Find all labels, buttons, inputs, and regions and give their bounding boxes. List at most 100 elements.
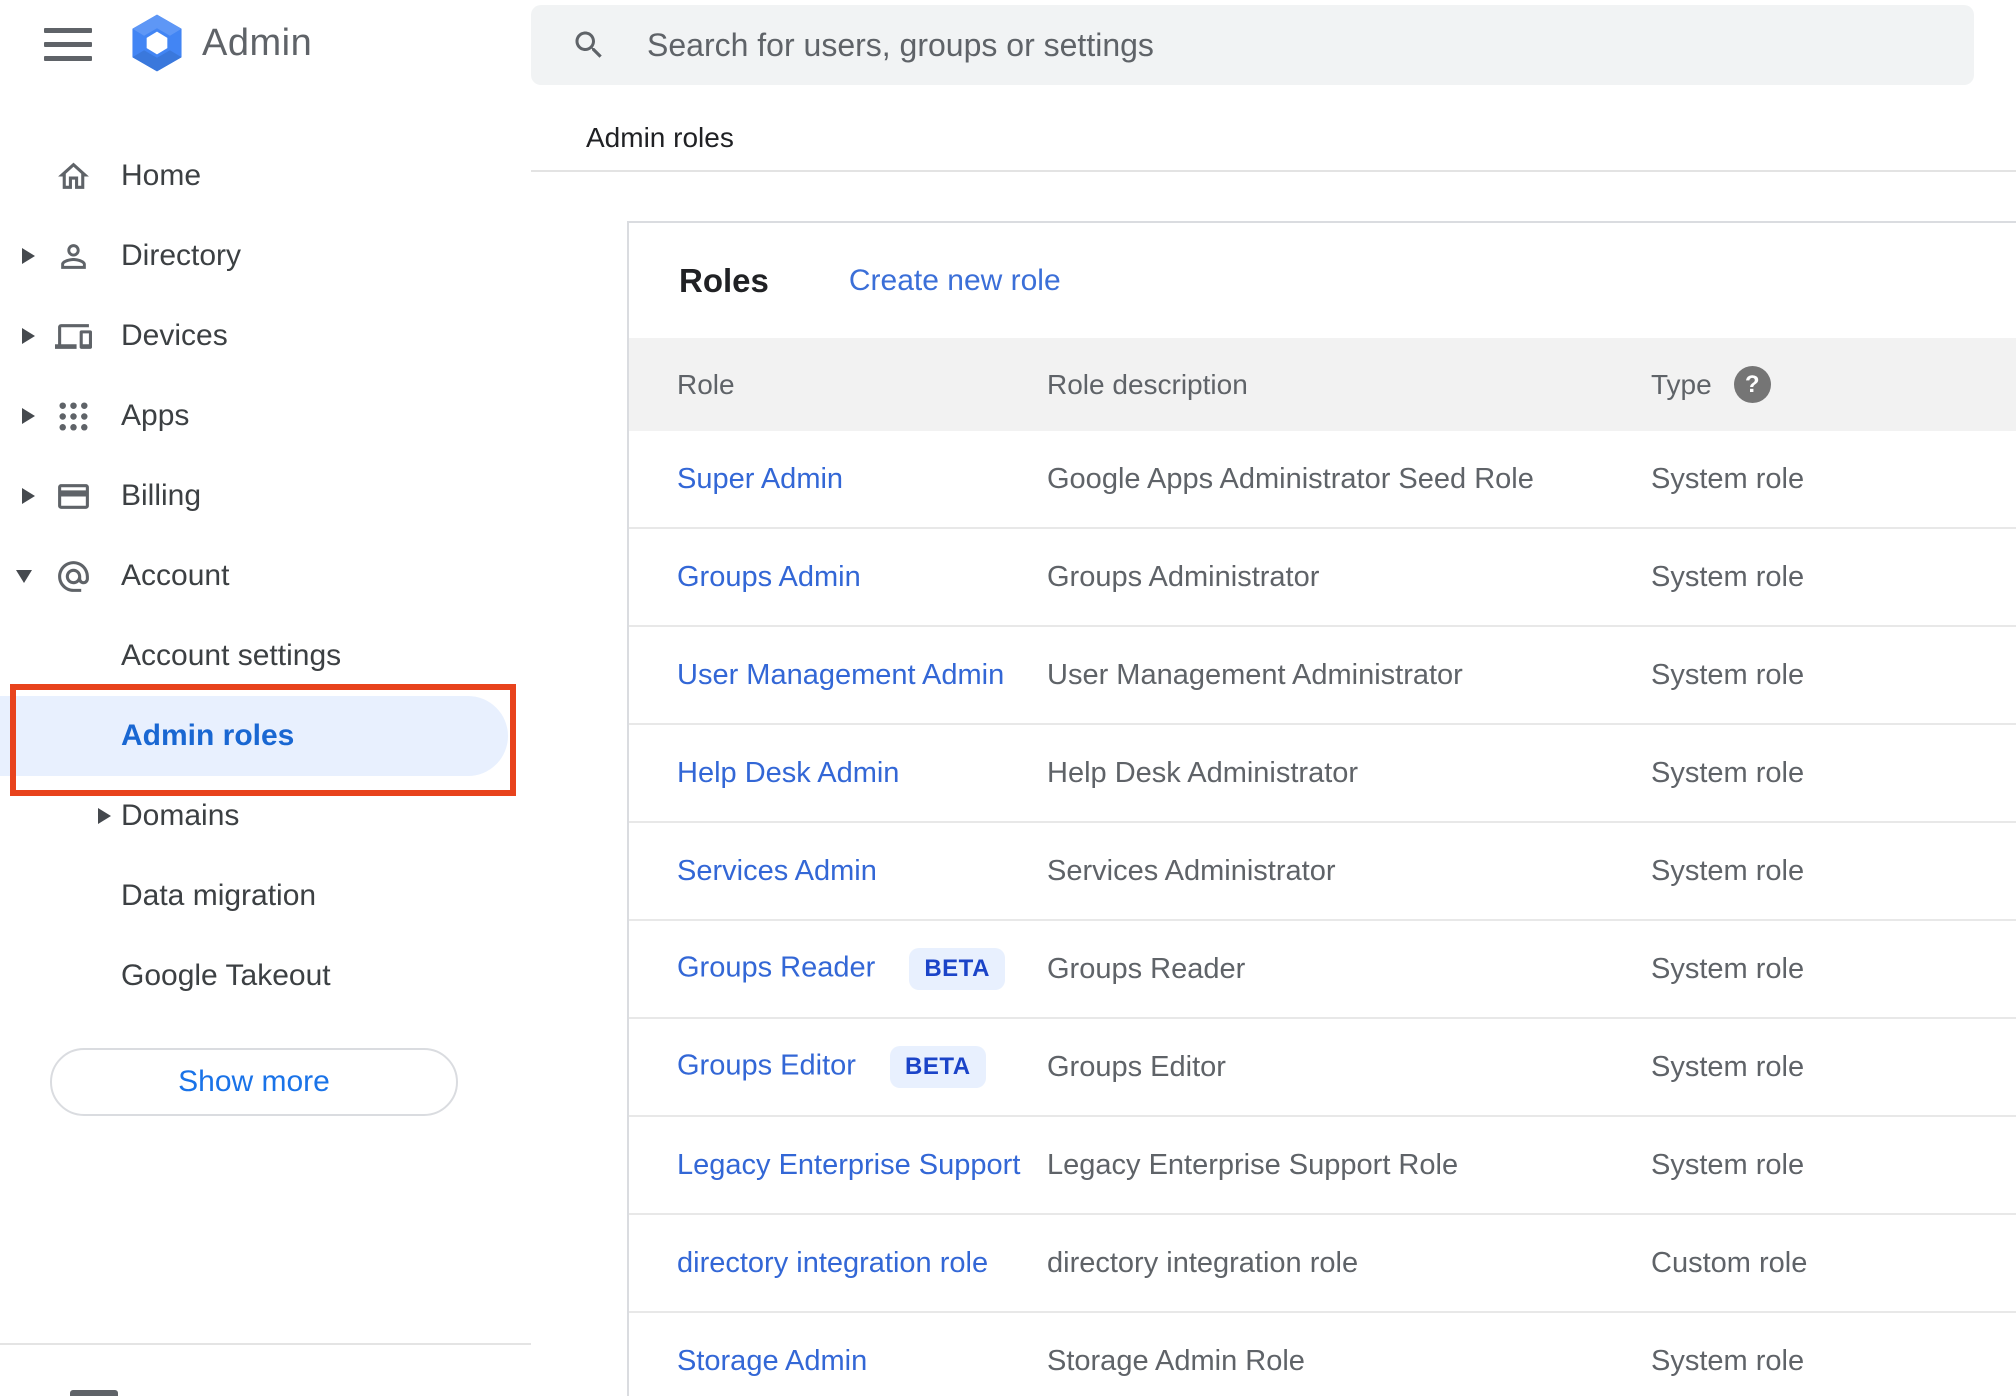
apps-icon xyxy=(55,398,92,435)
role-type-cell: System role xyxy=(1651,1050,1805,1083)
table-row: directory integration role directory int… xyxy=(629,1215,2016,1313)
table-row: User Management Admin User Management Ad… xyxy=(629,627,2016,725)
role-link[interactable]: Storage Admin xyxy=(677,1345,867,1377)
card-title: Roles xyxy=(679,261,769,299)
sidebar-item-apps[interactable]: Apps xyxy=(0,376,531,456)
role-link[interactable]: Help Desk Admin xyxy=(677,757,899,789)
sidebar-divider xyxy=(0,1343,531,1345)
breadcrumb: Admin roles xyxy=(586,122,734,153)
role-type-cell: System role xyxy=(1651,1344,1805,1377)
role-link[interactable]: User Management Admin xyxy=(677,659,1004,691)
table-row: Legacy Enterprise Support Legacy Enterpr… xyxy=(629,1117,2016,1215)
role-cell: Groups Admin xyxy=(629,561,1047,594)
header-divider xyxy=(531,170,2016,172)
expand-right-icon[interactable] xyxy=(98,808,111,824)
at-icon xyxy=(55,558,92,595)
sidebar-item-account[interactable]: Account xyxy=(0,536,531,616)
table-row: Help Desk Admin Help Desk Administrator … xyxy=(629,725,2016,823)
show-more-button[interactable]: Show more xyxy=(50,1048,458,1116)
role-description-cell: Services Administrator xyxy=(1047,854,1336,887)
create-new-role-link[interactable]: Create new role xyxy=(849,264,1061,298)
sidebar-item-label: Admin roles xyxy=(121,719,295,752)
sidebar-item-label: Data migration xyxy=(121,879,317,912)
product-name: Admin xyxy=(202,22,313,64)
sidebar-item-label: Home xyxy=(121,159,202,192)
role-link[interactable]: Groups Reader xyxy=(677,952,875,984)
admin-logo-icon xyxy=(132,14,182,72)
column-header-type-label: Type xyxy=(1651,368,1712,400)
beta-badge: BETA xyxy=(909,948,1005,990)
table-row: Groups Editor BETA Groups Editor System … xyxy=(629,1019,2016,1117)
admin-console-page: Admin Home Directory Devices Apps Billin… xyxy=(0,0,2016,1396)
role-type-cell: System role xyxy=(1651,560,1805,593)
expand-right-icon[interactable] xyxy=(22,248,35,264)
sidebar-item-home[interactable]: Home xyxy=(0,136,531,216)
table-row: Groups Admin Groups Administrator System… xyxy=(629,529,2016,627)
column-header-type: Type ? xyxy=(1651,366,2016,403)
role-description-cell: Help Desk Administrator xyxy=(1047,756,1359,789)
role-type-cell: Custom role xyxy=(1651,1246,1808,1279)
search-bar[interactable] xyxy=(531,5,1974,85)
sidebar-item-data-migration[interactable]: Data migration xyxy=(0,856,531,936)
role-cell: directory integration role xyxy=(629,1247,1047,1280)
roles-table-body: Super Admin Google Apps Administrator Se… xyxy=(629,431,2016,1396)
card-header: Roles Create new role xyxy=(629,223,2016,338)
cutoff-bottom-icon xyxy=(70,1390,118,1396)
expand-right-icon[interactable] xyxy=(22,488,35,504)
sidebar-item-account-settings[interactable]: Account settings xyxy=(0,616,531,696)
hamburger-menu-icon[interactable] xyxy=(44,28,92,64)
role-cell: Help Desk Admin xyxy=(629,757,1047,790)
sidebar-item-label: Devices xyxy=(121,319,228,352)
help-icon[interactable]: ? xyxy=(1733,366,1771,403)
search-icon xyxy=(571,27,607,63)
role-description-cell: Groups Administrator xyxy=(1047,560,1320,593)
role-link[interactable]: directory integration role xyxy=(677,1247,988,1279)
role-type-cell: System role xyxy=(1651,1148,1805,1181)
table-row: Storage Admin Storage Admin Role System … xyxy=(629,1313,2016,1396)
role-type-cell: System role xyxy=(1651,952,1805,985)
role-link[interactable]: Groups Admin xyxy=(677,561,861,593)
role-description-cell: Groups Reader xyxy=(1047,952,1246,985)
table-row: Super Admin Google Apps Administrator Se… xyxy=(629,431,2016,529)
role-type-cell: System role xyxy=(1651,658,1805,691)
role-cell: Legacy Enterprise Support xyxy=(629,1149,1047,1182)
role-type-cell: System role xyxy=(1651,756,1805,789)
expand-right-icon[interactable] xyxy=(22,408,35,424)
role-description-cell: Google Apps Administrator Seed Role xyxy=(1047,462,1534,495)
role-cell: Groups Reader BETA xyxy=(629,948,1047,990)
sidebar-item-google-takeout[interactable]: Google Takeout xyxy=(0,936,531,1016)
person-icon xyxy=(55,238,92,275)
column-header-role-description: Role description xyxy=(1047,368,1248,400)
sidebar-item-label: Domains xyxy=(121,799,240,832)
sidebar-item-label: Apps xyxy=(121,399,190,432)
role-link[interactable]: Super Admin xyxy=(677,463,843,495)
role-link[interactable]: Groups Editor xyxy=(677,1050,856,1082)
beta-badge: BETA xyxy=(889,1046,986,1088)
role-cell: Storage Admin xyxy=(629,1345,1047,1378)
sidebar-item-label: Account xyxy=(121,559,230,592)
role-type-cell: System role xyxy=(1651,854,1805,887)
role-description-cell: Groups Editor xyxy=(1047,1050,1226,1083)
role-description-cell: Legacy Enterprise Support Role xyxy=(1047,1148,1459,1181)
sidebar-item-label: Directory xyxy=(121,239,242,272)
roles-card: Roles Create new role Role Role descript… xyxy=(627,221,2016,1396)
role-type-cell: System role xyxy=(1651,462,1805,495)
search-input[interactable] xyxy=(647,26,1974,64)
sidebar-item-devices[interactable]: Devices xyxy=(0,296,531,376)
table-row: Services Admin Services Administrator Sy… xyxy=(629,823,2016,921)
sidebar-item-billing[interactable]: Billing xyxy=(0,456,531,536)
sidebar-item-domains[interactable]: Domains xyxy=(0,776,531,856)
table-row: Groups Reader BETA Groups Reader System … xyxy=(629,921,2016,1019)
role-link[interactable]: Legacy Enterprise Support xyxy=(677,1149,1020,1181)
role-link[interactable]: Services Admin xyxy=(677,855,877,887)
sidebar-item-label: Google Takeout xyxy=(121,959,331,992)
sidebar-nav: Home Directory Devices Apps Billing Acco… xyxy=(0,136,531,1016)
sidebar: Admin Home Directory Devices Apps Billin… xyxy=(0,0,531,1396)
sidebar-item-directory[interactable]: Directory xyxy=(0,216,531,296)
credit-card-icon xyxy=(55,478,92,515)
expand-down-icon[interactable] xyxy=(16,569,32,583)
role-cell: User Management Admin xyxy=(629,659,1047,692)
sidebar-item-admin-roles[interactable]: Admin roles xyxy=(0,696,531,776)
expand-right-icon[interactable] xyxy=(22,328,35,344)
sidebar-item-label: Billing xyxy=(121,479,202,512)
